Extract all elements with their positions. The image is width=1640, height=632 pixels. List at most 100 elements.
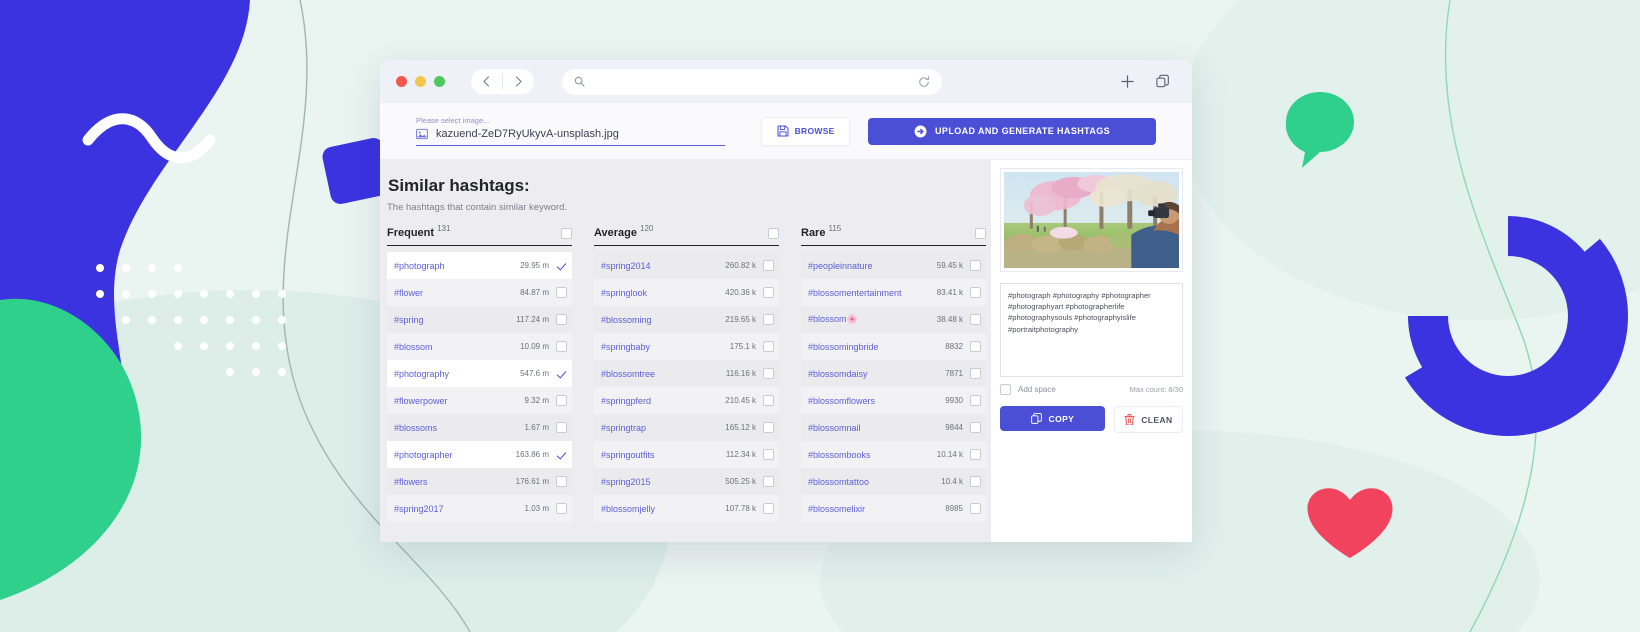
hashtag-checkbox[interactable] (556, 476, 567, 487)
new-tab-icon[interactable] (1120, 74, 1135, 89)
hashtag-row[interactable]: #springbaby 175.1 k (594, 333, 779, 360)
hashtag-row[interactable]: #blossomentertainment 83.41 k (801, 279, 986, 306)
column-header-left: Rare 115 (801, 224, 842, 239)
column-select-all-checkbox[interactable] (975, 228, 986, 239)
hashtag-label: #blossombooks (808, 449, 871, 460)
hashtag-row[interactable]: #blossomnail 9844 (801, 414, 986, 441)
hashtag-row[interactable]: #spring 117.24 m (387, 306, 572, 333)
hashtag-row[interactable]: #blossomingbride 8832 (801, 333, 986, 360)
hashtag-checkbox[interactable] (556, 287, 567, 298)
copy-button[interactable]: COPY (1000, 406, 1105, 431)
hashtag-count: 10.4 k (941, 477, 963, 486)
hashtag-checkbox[interactable] (970, 395, 981, 406)
upload-generate-button[interactable]: UPLOAD AND GENERATE HASHTAGS (868, 117, 1156, 145)
app-body: Similar hashtags: The hashtags that cont… (380, 160, 1192, 542)
hashtag-row[interactable]: #peopleinnature 59.45 k (801, 252, 986, 279)
hashtag-checkbox[interactable] (556, 368, 567, 379)
hashtag-row[interactable]: #blossoming 219.65 k (594, 306, 779, 333)
hashtag-row[interactable]: #blossomtree 116.16 k (594, 360, 779, 387)
hashtag-label: #photographer (394, 449, 453, 460)
hashtag-row[interactable]: #blossomdaisy 7871 (801, 360, 986, 387)
hashtag-checkbox[interactable] (970, 449, 981, 460)
hashtag-row[interactable]: #photographer 163.86 m (387, 441, 572, 468)
file-select-field[interactable]: Please select image... kazuend-ZeD7RyUky… (416, 116, 726, 146)
maximize-window-button[interactable] (434, 76, 445, 87)
hashtag-checkbox[interactable] (763, 422, 774, 433)
hashtag-checkbox[interactable] (970, 341, 981, 352)
hashtag-row[interactable]: #flowerpower 9.32 m (387, 387, 572, 414)
hashtag-checkbox[interactable] (763, 287, 774, 298)
minimize-window-button[interactable] (415, 76, 426, 87)
column-select-all-checkbox[interactable] (561, 228, 572, 239)
hashtag-row[interactable]: #spring2014 260.82 k (594, 252, 779, 279)
hashtag-row[interactable]: #spring2015 505.25 k (594, 468, 779, 495)
hashtag-row[interactable]: #spring2017 1.03 m (387, 495, 572, 522)
hashtag-checkbox[interactable] (763, 395, 774, 406)
hashtag-row[interactable]: #blossombooks 10.14 k (801, 441, 986, 468)
hashtag-label: #photography (394, 368, 450, 379)
hashtag-row[interactable]: #photograph 29.95 m (387, 252, 572, 279)
copy-tabs-icon[interactable] (1155, 74, 1170, 89)
hashtag-row[interactable]: #flowers 176.61 m (387, 468, 572, 495)
url-bar[interactable] (562, 68, 942, 95)
hashtag-checkbox[interactable] (763, 503, 774, 514)
hashtag-checkbox[interactable] (556, 395, 567, 406)
hashtag-row[interactable]: #flower 84.87 m (387, 279, 572, 306)
hashtag-checkbox[interactable] (556, 449, 567, 460)
max-count-label: Max count: 8/30 (1129, 385, 1183, 394)
chevron-right-icon (515, 76, 522, 87)
hashtag-checkbox[interactable] (763, 260, 774, 271)
column-count: 115 (828, 224, 842, 233)
close-window-button[interactable] (396, 76, 407, 87)
hashtag-count: 219.65 k (725, 315, 756, 324)
hashtag-row[interactable]: #blossomtattoo 10.4 k (801, 468, 986, 495)
url-input[interactable] (585, 76, 918, 87)
hashtag-checkbox[interactable] (970, 287, 981, 298)
back-button[interactable] (471, 69, 502, 94)
hashtag-checkbox[interactable] (556, 503, 567, 514)
hashtag-checkbox[interactable] (970, 368, 981, 379)
hashtag-row[interactable]: #springoutfits 112.34 k (594, 441, 779, 468)
hashtag-row[interactable]: #springtrap 165.12 k (594, 414, 779, 441)
hashtag-row[interactable]: #blossoms 1.67 m (387, 414, 572, 441)
hashtag-row[interactable]: #springlook 420.36 k (594, 279, 779, 306)
hashtag-count: 84.87 m (520, 288, 549, 297)
hashtag-row[interactable]: #springpferd 210.45 k (594, 387, 779, 414)
hashtag-checkbox[interactable] (970, 476, 981, 487)
hashtag-checkbox[interactable] (763, 476, 774, 487)
hashtag-checkbox[interactable] (763, 314, 774, 325)
hashtag-label: #spring2014 (601, 260, 651, 271)
hashtag-checkbox[interactable] (970, 314, 981, 325)
hashtag-checkbox[interactable] (763, 449, 774, 460)
hashtag-checkbox[interactable] (970, 260, 981, 271)
copy-button-label: COPY (1048, 413, 1075, 424)
browse-button[interactable]: BROWSE (761, 116, 851, 146)
trash-icon (1124, 414, 1136, 425)
hashtag-row[interactable]: #blossomjelly 107.78 k (594, 495, 779, 522)
hashtag-checkbox[interactable] (970, 422, 981, 433)
hashtag-column: Average 120 #spring2014 260.82 k #springlook… (594, 224, 779, 522)
hashtag-checkbox[interactable] (556, 314, 567, 325)
hashtag-checkbox[interactable] (763, 368, 774, 379)
add-space-checkbox[interactable] (1000, 384, 1011, 395)
hashtag-row[interactable]: #blossom 10.09 m (387, 333, 572, 360)
hashtag-checkbox[interactable] (556, 341, 567, 352)
hashtags-textarea[interactable]: #photograph #photography #photographer #… (1000, 283, 1183, 377)
forward-button[interactable] (503, 69, 534, 94)
hashtag-label: #blossomjelly (601, 503, 656, 514)
reload-icon[interactable] (918, 75, 930, 88)
hashtag-row[interactable]: #photography 547.6 m (387, 360, 572, 387)
hashtag-checkbox[interactable] (556, 422, 567, 433)
save-disk-icon (777, 125, 789, 137)
upload-toolbar: Please select image... kazuend-ZeD7RyUky… (380, 103, 1192, 160)
clean-button[interactable]: CLEAN (1113, 406, 1183, 433)
hashtag-checkbox[interactable] (556, 260, 567, 271)
hashtag-row[interactable]: #blossom🌸 38.48 k (801, 306, 986, 333)
hashtag-checkbox[interactable] (970, 503, 981, 514)
hashtag-row[interactable]: #blossomflowers 9930 (801, 387, 986, 414)
hashtag-label: #blossomentertainment (808, 287, 902, 298)
hashtag-row[interactable]: #blossomelixir 8985 (801, 495, 986, 522)
hashtag-checkbox[interactable] (763, 341, 774, 352)
column-select-all-checkbox[interactable] (768, 228, 779, 239)
add-space-label: Add space (1018, 385, 1056, 394)
